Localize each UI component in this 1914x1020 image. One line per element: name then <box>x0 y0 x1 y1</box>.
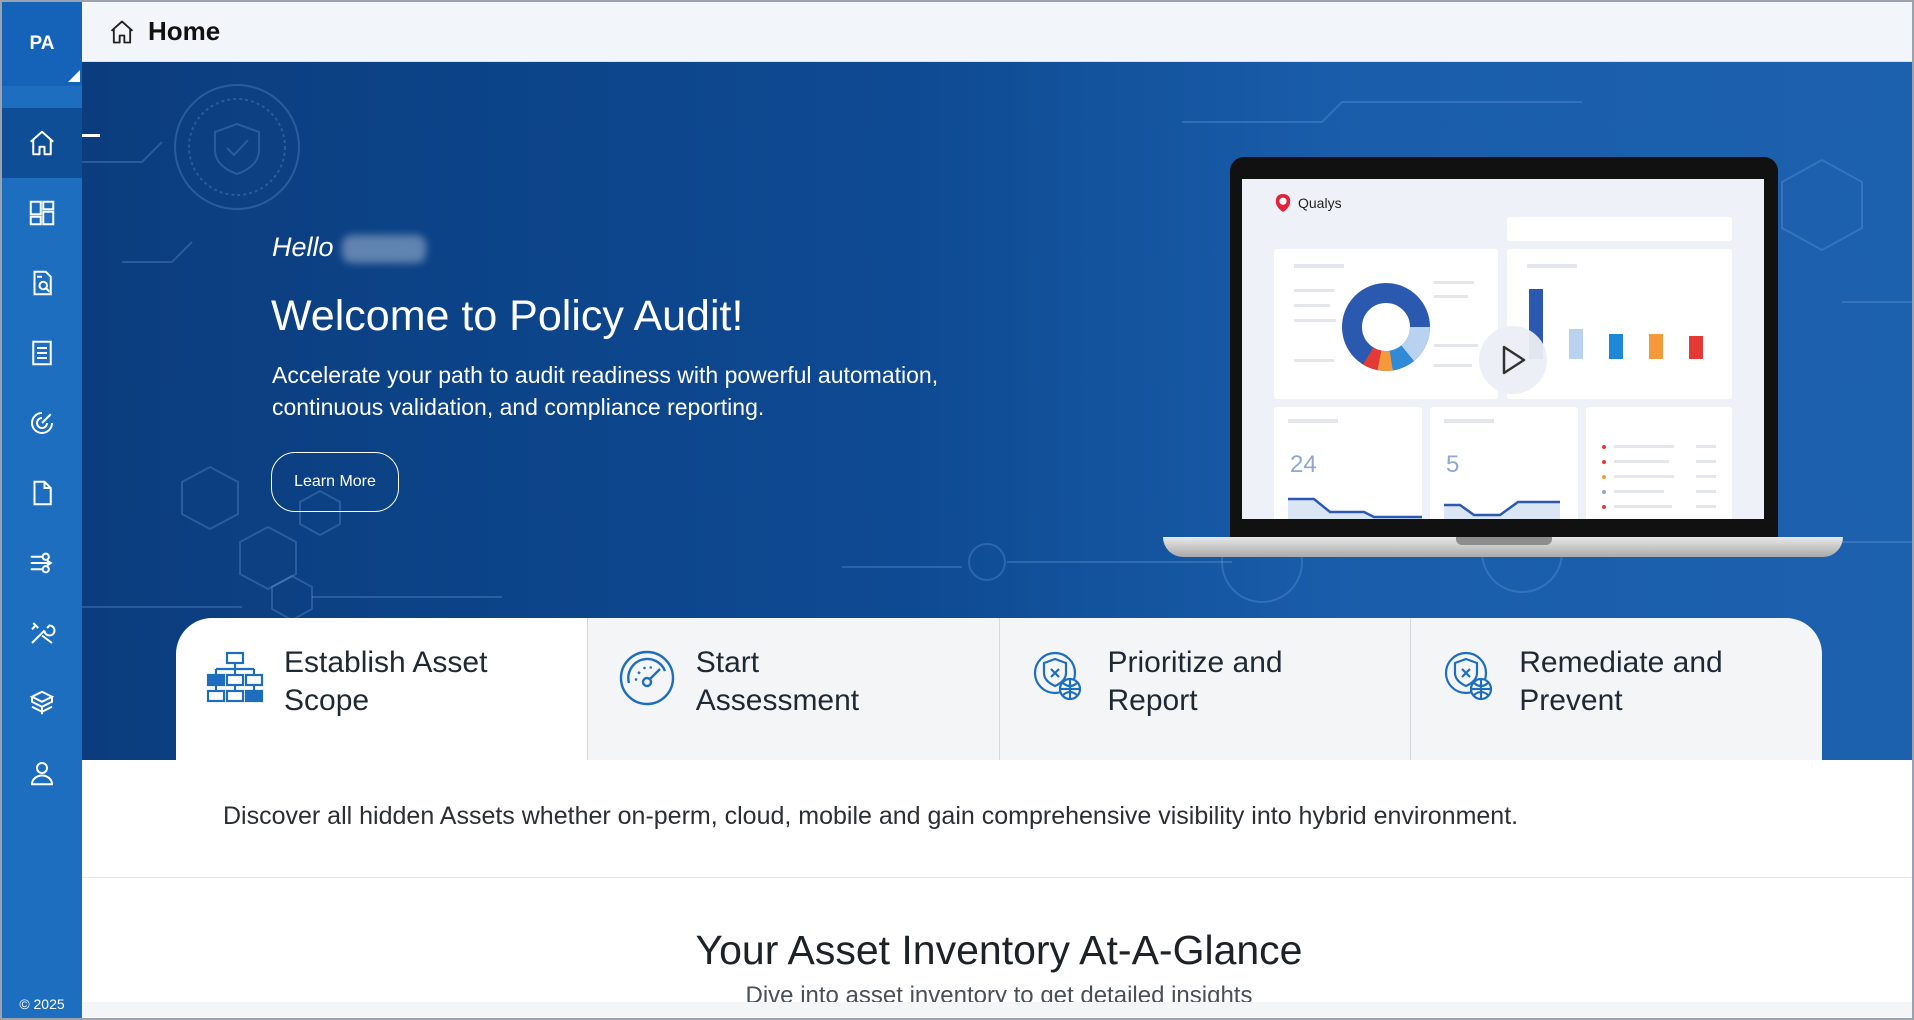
step-label: Prioritize and Report <box>1107 646 1283 717</box>
badge-corner-icon <box>68 70 80 82</box>
bottom-strip <box>82 1002 1912 1018</box>
greeting-word: Hello <box>272 232 334 262</box>
app-badge-label: PA <box>29 33 55 54</box>
hierarchy-icon <box>206 651 264 703</box>
laptop-screen: Qualys 24 5 <box>1242 179 1764 519</box>
inventory-title: Your Asset Inventory At-A-Glance <box>695 927 1303 973</box>
sidebar-item-exceptions[interactable] <box>2 528 82 598</box>
home-icon <box>110 20 134 43</box>
step-label: Start Assessment <box>695 646 860 717</box>
list-document-icon <box>32 340 52 366</box>
document-search-icon <box>33 270 52 296</box>
mock-list-panel <box>1586 407 1732 519</box>
step-label: Establish Asset Scope <box>284 646 488 717</box>
tools-icon <box>31 622 56 644</box>
sidebar-item-assets[interactable] <box>2 668 82 738</box>
user-icon <box>30 762 54 786</box>
greeting-text: Hello <box>272 232 426 263</box>
tab-start-assessment[interactable]: Start Assessment <box>587 618 1000 760</box>
redacted-username <box>341 234 426 263</box>
laptop-notch <box>1456 537 1552 545</box>
step-description: Discover all hidden Assets whether on-pe… <box>223 802 1519 830</box>
copyright-text: © 2025 <box>19 996 65 1012</box>
sidebar-item-home[interactable] <box>2 108 82 178</box>
mock-stat-value-2: 5 <box>1446 451 1460 478</box>
top-bar: Home <box>82 2 1912 62</box>
sidebar-item-users[interactable] <box>2 738 82 808</box>
donut-chart-graphic <box>1294 264 1478 371</box>
qualys-logo-icon <box>1275 194 1291 212</box>
laptop-illustration: Qualys 24 5 <box>1163 157 1843 567</box>
hero-subtitle: Accelerate your path to audit readiness … <box>272 362 939 420</box>
flow-icon <box>30 552 53 574</box>
sidebar: PA © 2025 <box>2 2 82 1018</box>
qualys-brand: Qualys <box>1298 195 1342 211</box>
sidebar-nav <box>2 108 82 808</box>
video-play-button[interactable] <box>1479 326 1547 394</box>
section-divider <box>82 877 1912 878</box>
mock-stat-value-1: 24 <box>1290 451 1317 478</box>
shield-remediate-icon <box>1445 651 1493 701</box>
app-switcher-badge[interactable]: PA <box>2 2 82 86</box>
mock-search-bar <box>1507 217 1732 241</box>
dashboard-icon <box>29 200 55 226</box>
steps-tabs: Establish Asset Scope Start Assessment P… <box>176 618 1822 760</box>
file-icon <box>33 480 52 506</box>
tab-remediate-and-prevent[interactable]: Remediate and Prevent <box>1411 618 1822 760</box>
gauge-icon <box>31 412 53 434</box>
laptop-screen-bezel: Qualys 24 5 <box>1230 157 1778 542</box>
mock-donut-panel <box>1274 249 1498 399</box>
sidebar-item-policies[interactable] <box>2 318 82 388</box>
step-label: Remediate and Prevent <box>1519 646 1723 717</box>
qualys-logo: Qualys <box>1274 193 1342 213</box>
play-icon <box>1502 345 1526 375</box>
sidebar-item-assessment[interactable] <box>2 388 82 458</box>
sidebar-item-scan-report[interactable] <box>2 248 82 318</box>
tab-establish-asset-scope[interactable]: Establish Asset Scope <box>176 618 588 760</box>
box-stack-icon <box>29 690 55 715</box>
sidebar-item-reports[interactable] <box>2 458 82 528</box>
learn-more-button[interactable]: Learn More <box>271 452 399 512</box>
shield-report-icon <box>1033 651 1081 701</box>
gauge-icon <box>619 650 674 706</box>
home-icon <box>30 130 54 156</box>
list-graphic <box>1602 445 1716 509</box>
hero-title: Welcome to Policy Audit! <box>271 292 744 340</box>
sidebar-item-dashboard[interactable] <box>2 178 82 248</box>
sidebar-item-tools[interactable] <box>2 598 82 668</box>
app-frame: PA © 2025 Home Hello Welcome to Policy A… <box>0 0 1914 1020</box>
tab-prioritize-and-report[interactable]: Prioritize and Report <box>999 618 1412 760</box>
page-title: Home <box>148 16 221 46</box>
